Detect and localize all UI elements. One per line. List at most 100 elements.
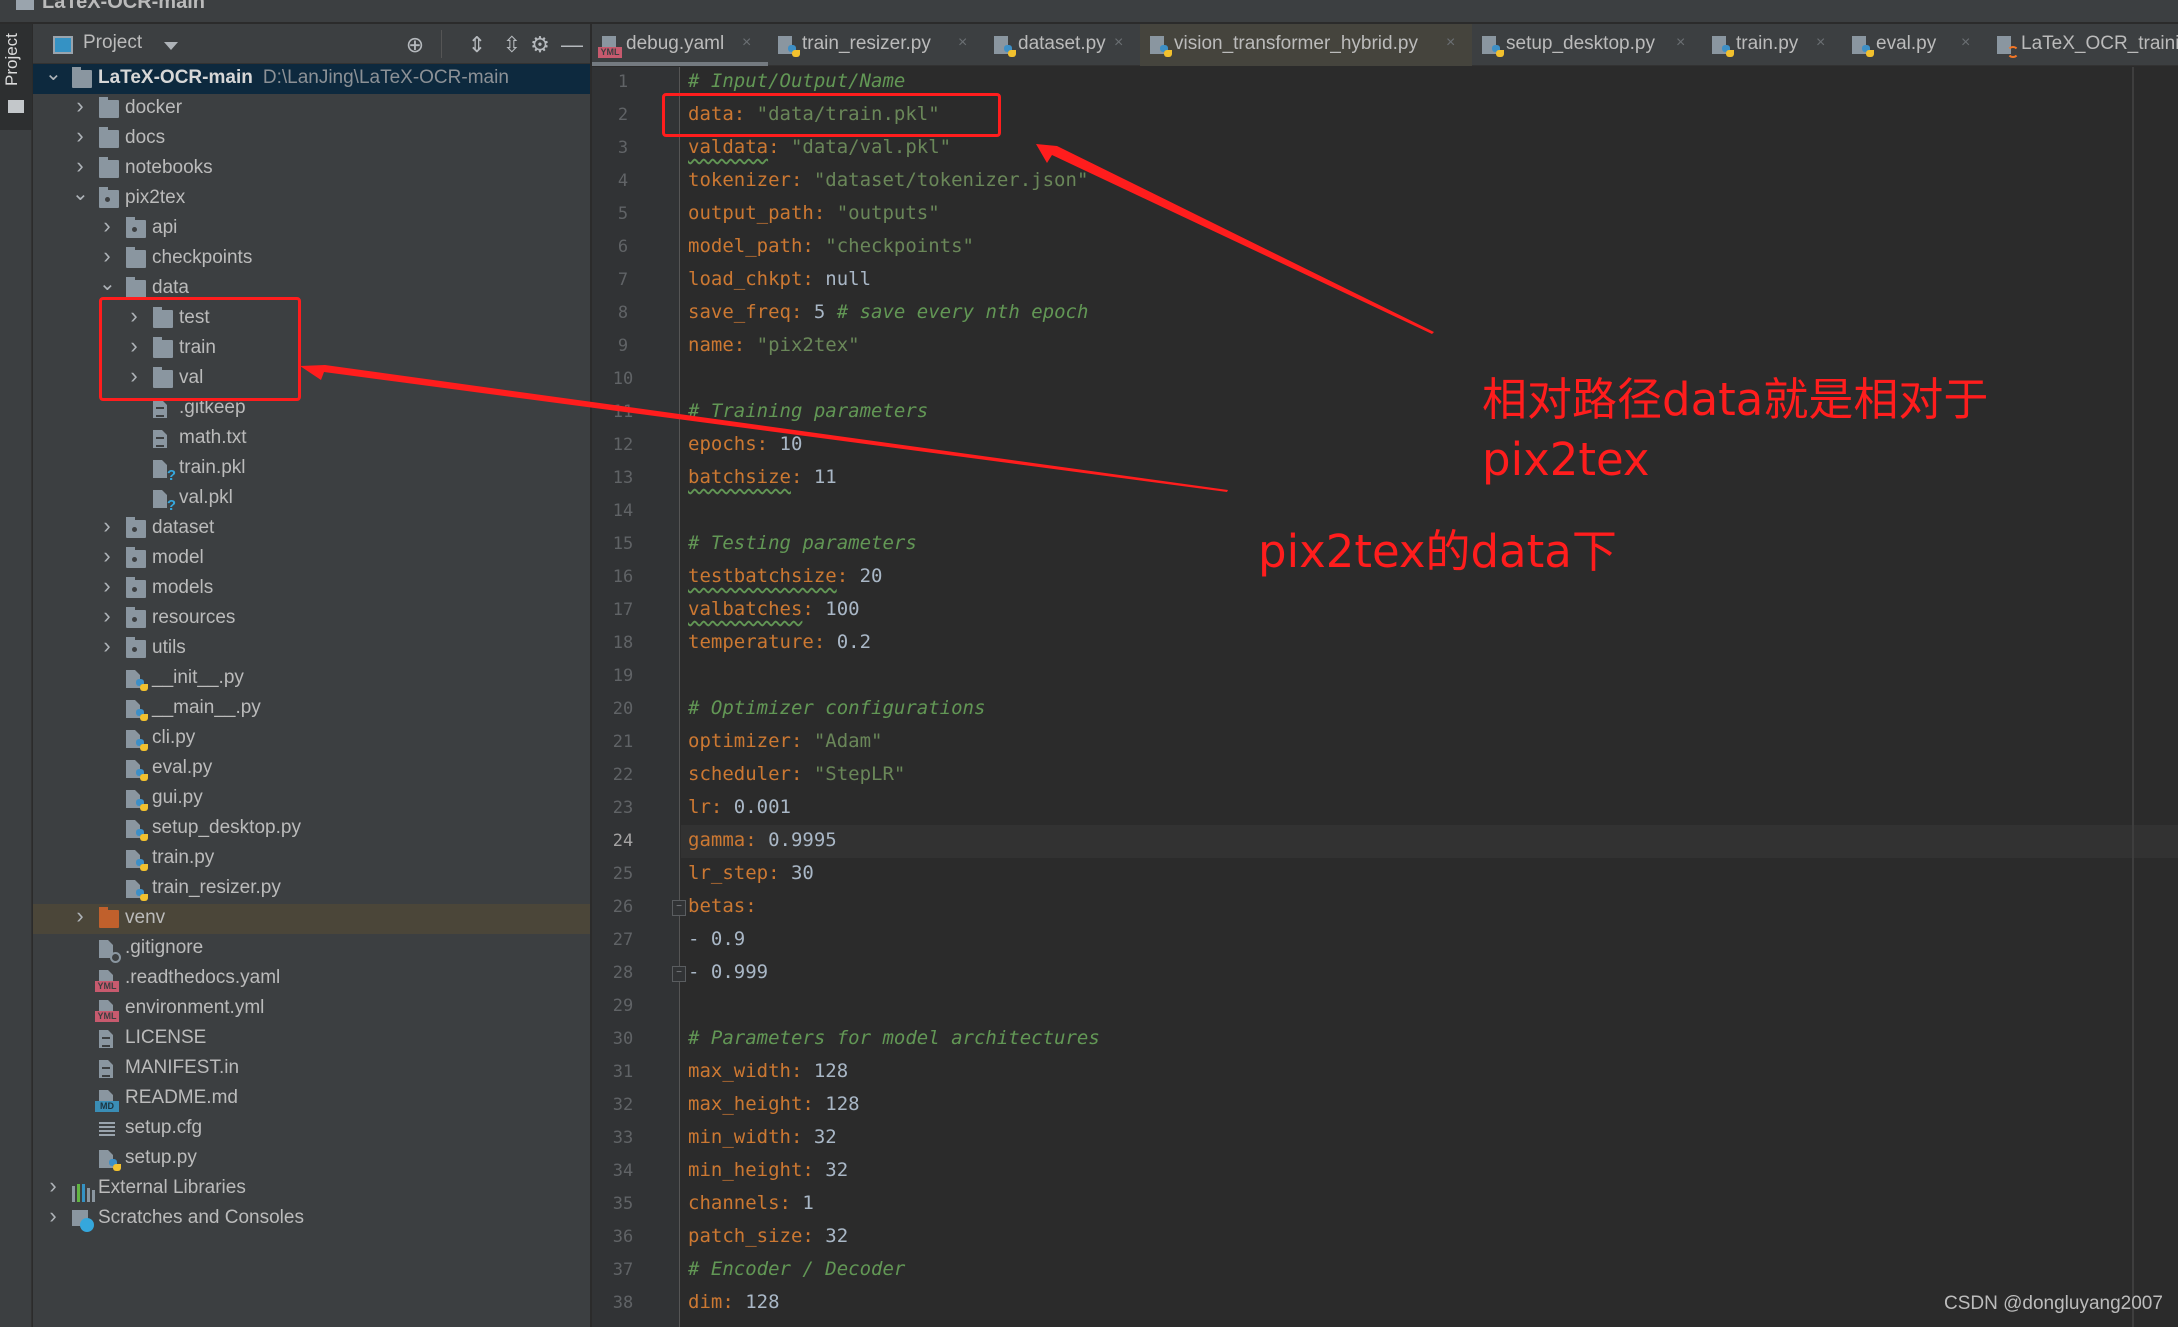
chevron-right-icon[interactable]: ›: [99, 575, 115, 597]
collapse-all-icon[interactable]: ⇳: [499, 32, 525, 58]
chevron-right-icon[interactable]: ›: [99, 515, 115, 537]
tree-item[interactable]: ⌄ LaTeX-OCR-main D:\LanJing\LaTeX-OCR-main: [33, 64, 590, 94]
code-line[interactable]: - 0.999: [688, 961, 768, 983]
tree-item[interactable]: math.txt: [33, 424, 590, 454]
chevron-down-icon[interactable]: ⌄: [45, 64, 62, 84]
code-line[interactable]: # Testing parameters: [688, 532, 917, 554]
tree-item[interactable]: cli.py: [33, 724, 590, 754]
tree-item[interactable]: setup.cfg: [33, 1114, 590, 1144]
editor-tab[interactable]: dataset.py ×: [984, 24, 1140, 66]
tree-item[interactable]: .gitignore: [33, 934, 590, 964]
code-line[interactable]: tokenizer: "dataset/tokenizer.json": [688, 169, 1088, 191]
tree-item[interactable]: › models: [33, 574, 590, 604]
tree-item[interactable]: ? train.pkl: [33, 454, 590, 484]
locate-icon[interactable]: ⊕: [402, 32, 428, 58]
tree-item[interactable]: › checkpoints: [33, 244, 590, 274]
code-line[interactable]: channels: 1: [688, 1192, 814, 1214]
code-line[interactable]: valbatches: 100: [688, 598, 860, 620]
tree-item[interactable]: train.py: [33, 844, 590, 874]
code-line[interactable]: testbatchsize: 20: [688, 565, 883, 587]
code-line[interactable]: temperature: 0.2: [688, 631, 871, 653]
editor-tab[interactable]: YML debug.yaml ×: [592, 24, 768, 66]
code-line[interactable]: name: "pix2tex": [688, 334, 860, 356]
tree-item[interactable]: ? val.pkl: [33, 484, 590, 514]
code-line[interactable]: valdata: "data/val.pkl": [688, 136, 951, 158]
code-line[interactable]: betas:: [688, 895, 757, 917]
tree-item[interactable]: setup_desktop.py: [33, 814, 590, 844]
code-line[interactable]: batchsize: 11: [688, 466, 837, 488]
editor-tab[interactable]: vision_transformer_hybrid.py ×: [1140, 24, 1472, 66]
code-line[interactable]: lr_step: 30: [688, 862, 814, 884]
close-icon[interactable]: ×: [742, 34, 751, 52]
editor-tab[interactable]: eval.py ×: [1842, 24, 1987, 66]
chevron-right-icon[interactable]: ›: [99, 245, 115, 267]
code-line[interactable]: optimizer: "Adam": [688, 730, 882, 752]
tree-item[interactable]: › notebooks: [33, 154, 590, 184]
tree-item[interactable]: __main__.py: [33, 694, 590, 724]
chevron-right-icon[interactable]: ›: [72, 125, 88, 147]
code-line[interactable]: load_chkpt: null: [688, 268, 871, 290]
code-line[interactable]: # Training parameters: [688, 400, 928, 422]
tree-item[interactable]: › docker: [33, 94, 590, 124]
tree-item[interactable]: YML environment.yml: [33, 994, 590, 1024]
code-line[interactable]: dim: 128: [688, 1291, 780, 1313]
tree-item[interactable]: train_resizer.py: [33, 874, 590, 904]
tree-item[interactable]: eval.py: [33, 754, 590, 784]
code-line[interactable]: epochs: 10: [688, 433, 802, 455]
chevron-right-icon[interactable]: ›: [72, 95, 88, 117]
tree-item[interactable]: › model: [33, 544, 590, 574]
tree-item[interactable]: gui.py: [33, 784, 590, 814]
code-line[interactable]: max_width: 128: [688, 1060, 848, 1082]
close-icon[interactable]: ×: [1446, 34, 1455, 52]
code-line[interactable]: output_path: "outputs": [688, 202, 940, 224]
tree-item[interactable]: __init__.py: [33, 664, 590, 694]
code-line[interactable]: max_height: 128: [688, 1093, 860, 1115]
tree-item[interactable]: › dataset: [33, 514, 590, 544]
tree-item[interactable]: YML .readthedocs.yaml: [33, 964, 590, 994]
fold-marker-icon[interactable]: −: [672, 900, 686, 916]
tree-item[interactable]: MD README.md: [33, 1084, 590, 1114]
gear-icon[interactable]: ⚙: [527, 32, 553, 58]
code-line[interactable]: gamma: 0.9995: [688, 829, 837, 851]
code-line[interactable]: model_path: "checkpoints": [688, 235, 974, 257]
tree-item[interactable]: MANIFEST.in: [33, 1054, 590, 1084]
tree-item[interactable]: › venv: [33, 904, 590, 934]
code-editor[interactable]: 1 2 3 4 5 6 7 8 9 10 11 12 13 14 15 16 17 18 19 20 21 22 23 24 2…: [592, 67, 2178, 1327]
tree-item[interactable]: setup.py: [33, 1144, 590, 1174]
code-line[interactable]: patch_size: 32: [688, 1225, 848, 1247]
tree-item[interactable]: › api: [33, 214, 590, 244]
chevron-right-icon[interactable]: ›: [99, 215, 115, 237]
code-line[interactable]: min_width: 32: [688, 1126, 837, 1148]
code-line[interactable]: save_freq: 5 # save every nth epoch: [688, 301, 1088, 323]
chevron-down-icon[interactable]: ⌄: [99, 274, 116, 294]
close-icon[interactable]: ×: [1114, 34, 1123, 52]
code-line[interactable]: # Optimizer configurations: [688, 697, 985, 719]
code-line[interactable]: # Parameters for model architectures: [688, 1027, 1100, 1049]
close-icon[interactable]: ×: [958, 34, 967, 52]
chevron-right-icon[interactable]: ›: [99, 605, 115, 627]
chevron-right-icon[interactable]: ›: [45, 1205, 61, 1227]
tree-item[interactable]: › External Libraries: [33, 1174, 590, 1204]
chevron-right-icon[interactable]: ›: [99, 635, 115, 657]
tree-item[interactable]: LICENSE: [33, 1024, 590, 1054]
chevron-down-icon[interactable]: [164, 42, 178, 50]
tree-item[interactable]: › Scratches and Consoles: [33, 1204, 590, 1234]
chevron-down-icon[interactable]: ⌄: [72, 184, 89, 204]
editor-tab[interactable]: LaTeX_OCR_training: [1987, 24, 2178, 66]
code-line[interactable]: scheduler: "StepLR": [688, 763, 905, 785]
code-line[interactable]: - 0.9: [688, 928, 745, 950]
project-view-selector[interactable]: Project: [83, 32, 142, 54]
close-icon[interactable]: ×: [1816, 34, 1825, 52]
chevron-right-icon[interactable]: ›: [72, 905, 88, 927]
close-icon[interactable]: ×: [1676, 34, 1685, 52]
chevron-right-icon[interactable]: ›: [99, 545, 115, 567]
editor-tab[interactable]: train_resizer.py ×: [768, 24, 984, 66]
code-line[interactable]: min_height: 32: [688, 1159, 848, 1181]
tree-item[interactable]: › resources: [33, 604, 590, 634]
close-icon[interactable]: ×: [1961, 34, 1970, 52]
tree-item[interactable]: › docs: [33, 124, 590, 154]
chevron-right-icon[interactable]: ›: [45, 1175, 61, 1197]
code-line[interactable]: # Input/Output/Name: [688, 70, 905, 92]
code-line[interactable]: lr: 0.001: [688, 796, 791, 818]
minimize-icon[interactable]: —: [559, 32, 585, 58]
